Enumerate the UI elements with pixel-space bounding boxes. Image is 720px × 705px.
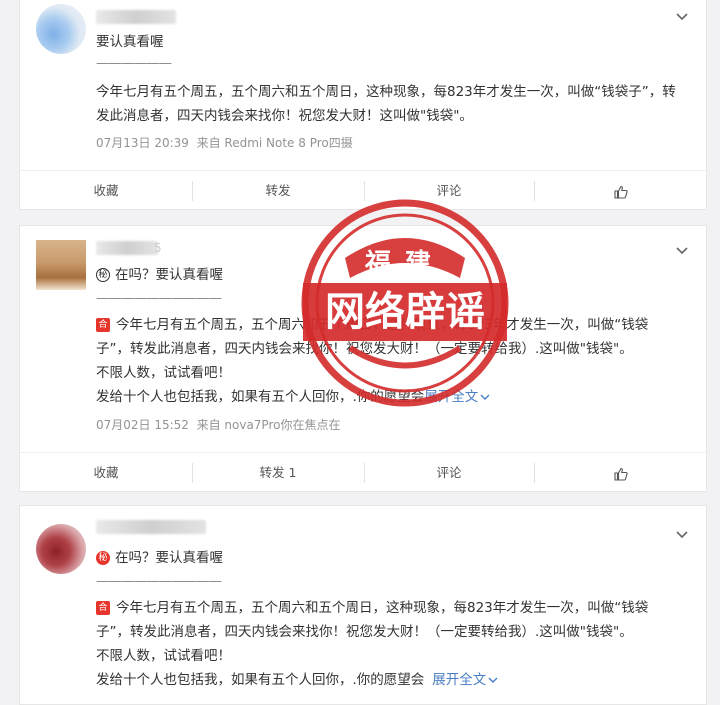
avatar[interactable] — [36, 524, 86, 574]
post-first-line: 在吗？要认真看喔 — [115, 550, 223, 566]
expand-full-text-link[interactable]: 展开全文 — [432, 672, 498, 688]
username-blurred[interactable] — [96, 520, 206, 534]
chevron-down-icon[interactable] — [676, 528, 688, 540]
avatar[interactable] — [36, 4, 86, 54]
post-body-line: 不限人数，试试看吧！ — [96, 365, 231, 381]
stamp-top-text: 福建 — [364, 249, 445, 279]
comment-button[interactable]: 评论 — [364, 453, 534, 493]
together-badge-icon: 合 — [96, 318, 110, 332]
username-tail[interactable]: 5 — [154, 238, 162, 258]
collect-button[interactable]: 收藏 — [20, 453, 192, 493]
post-first-line: 在吗？要认真看喔 — [115, 267, 223, 283]
post-timestamp[interactable]: 07月13日 20:39 — [96, 136, 189, 150]
post-divider: —————————— — [96, 573, 222, 589]
action-bar: 收藏 转发 1 评论 — [20, 452, 706, 493]
post-first-line-row: 秘在吗？要认真看喔 — [96, 265, 223, 285]
secret-badge-icon: 秘 — [96, 551, 110, 565]
collect-button[interactable]: 收藏 — [20, 171, 192, 211]
post-meta: 07月02日 15:52 来自 nova7Pro你在焦点在 — [96, 416, 340, 433]
post-first-line-row: 秘在吗？要认真看喔 — [96, 548, 223, 568]
chevron-down-icon[interactable] — [676, 244, 688, 256]
post-timestamp[interactable]: 07月02日 15:52 — [96, 418, 189, 432]
together-badge-icon: 合 — [96, 601, 110, 615]
post-divider: —————— — [96, 55, 172, 71]
post-meta: 07月13日 20:39 来自 Redmi Note 8 Pro四摄 — [96, 134, 353, 151]
like-button[interactable] — [534, 453, 708, 493]
post-body-line: 不限人数，试试看吧！ — [96, 648, 231, 664]
post-body-line-row: 合今年七月有五个周五，五个周六和五个周日，这种现象，每823年才发生一次，叫做“… — [96, 598, 648, 618]
post-card: 秘在吗？要认真看喔 —————————— 合今年七月有五个周五，五个周六和五个周… — [19, 505, 707, 705]
stamp-main-text: 网络辟谣 — [325, 288, 485, 335]
like-button[interactable] — [534, 171, 708, 211]
username-blurred[interactable] — [96, 241, 158, 255]
thumbs-up-icon — [614, 467, 628, 481]
secret-badge-icon: 秘 — [96, 268, 110, 282]
post-body-line-row: 发给十个人也包括我，如果有五个人回你，.你的愿望会展开全文 — [96, 670, 498, 690]
post-card: 要认真看喔 —————— 今年七月有五个周五，五个周六和五个周日，这种现象，每8… — [19, 0, 707, 210]
post-first-line: 要认真看喔 — [96, 34, 164, 50]
post-source: 来自 nova7Pro你在焦点在 — [196, 418, 341, 432]
rumor-debunk-stamp: 福建 网络辟谣 — [301, 199, 509, 407]
post-body-line: 发给十个人也包括我，如果有五个人回你，.你的愿望会 — [96, 672, 425, 688]
post-source: 来自 Redmi Note 8 Pro四摄 — [196, 136, 353, 150]
thumbs-up-icon — [614, 185, 628, 199]
chevron-down-icon[interactable] — [676, 10, 688, 22]
post-body-line: 今年七月有五个周五，五个周六和五个周日，这种现象，每823年才发生一次，叫做“钱… — [116, 600, 649, 616]
post-divider: —————————— — [96, 290, 222, 306]
repost-button[interactable]: 转发 1 — [192, 453, 364, 493]
post-body-line: 子”，转发此消息者，四天内钱会来找你！祝您发大财！（一定要转给我）.这叫做"钱袋… — [96, 624, 633, 640]
post-body-line: 今年七月有五个周五，五个周六和五个周日，这种现象，每823年才发生一次，叫做“钱… — [96, 84, 676, 100]
post-body-line: 发此消息者，四天内钱会来找你！祝您发大财！这叫做"钱袋"。 — [96, 108, 473, 124]
avatar[interactable] — [36, 240, 86, 290]
username-blurred[interactable] — [96, 10, 176, 24]
expand-chevron-icon — [488, 677, 498, 683]
